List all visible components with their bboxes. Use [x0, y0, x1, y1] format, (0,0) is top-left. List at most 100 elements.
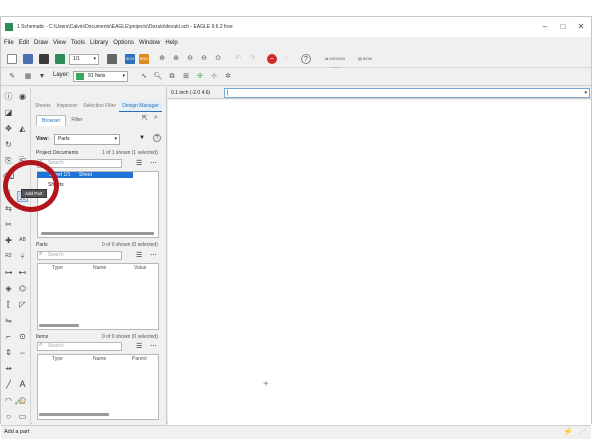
zoom-redraw-icon[interactable]: ⊙ — [213, 54, 223, 64]
mirror-icon[interactable]: ◭ — [17, 123, 28, 134]
menu-tools[interactable]: Tools — [71, 40, 85, 46]
horizontal-scrollbar[interactable] — [39, 413, 109, 416]
tab-sheets[interactable]: Sheets — [32, 101, 54, 112]
subtab-browser[interactable]: Browser — [36, 115, 67, 126]
print-icon[interactable] — [107, 54, 117, 64]
open-icon[interactable] — [23, 54, 33, 64]
sheet-icon[interactable] — [55, 54, 65, 64]
layer-select[interactable]: 91 Nets ▾ — [73, 71, 128, 82]
zoom-fit-icon[interactable]: ⊕ — [157, 54, 167, 64]
subtab-filter[interactable]: Filter — [66, 115, 87, 126]
more-icon[interactable]: ⋯ — [150, 342, 157, 350]
copy-icon[interactable]: ⎘ — [3, 155, 14, 166]
parts-list[interactable]: Type Name Value — [37, 263, 159, 330]
move-icon[interactable]: ✥ — [3, 123, 14, 134]
bom-icon[interactable]: ▤ BOM — [355, 54, 375, 64]
arc-icon[interactable]: ◠ — [3, 395, 14, 406]
zoom-in-icon[interactable]: ⊕ — [171, 54, 181, 64]
save-icon[interactable] — [39, 54, 49, 64]
resize-grip-icon[interactable]: ⋰ — [579, 428, 586, 436]
smash-icon[interactable]: ✂ — [3, 219, 14, 230]
horizontal-scrollbar[interactable] — [41, 232, 154, 235]
menu-file[interactable]: File — [4, 40, 14, 46]
chevron-down-icon[interactable]: ▾ — [584, 89, 587, 97]
stop-icon[interactable]: – — [267, 54, 277, 64]
filter-icon[interactable]: ▼ — [37, 72, 47, 82]
wire-style-icon[interactable]: ✎ — [7, 72, 17, 82]
optimize-icon[interactable]: ⇔ — [17, 347, 28, 358]
pin-swap-icon[interactable]: ✚ — [3, 235, 14, 246]
grid-icon[interactable]: ▦ — [23, 72, 33, 82]
label-tool-icon[interactable]: ◈ — [3, 283, 14, 294]
sheet-select[interactable]: 1/1 ▾ — [69, 54, 99, 65]
text-icon[interactable]: A — [17, 379, 28, 390]
sch-brd-switch-icon[interactable]: SCH — [125, 54, 135, 64]
split-icon[interactable]: ⑂ — [17, 251, 28, 262]
gate-swap-icon[interactable]: ◸ — [17, 299, 28, 310]
menu-window[interactable]: Window — [139, 40, 160, 46]
arc-tool-icon[interactable]: ⊙ — [17, 331, 28, 342]
more-icon[interactable]: ⋯ — [150, 251, 157, 259]
gear-icon[interactable]: ✲ — [223, 72, 233, 82]
maximize-button[interactable]: □ — [557, 22, 569, 31]
label-icon[interactable]: ⊹ — [209, 72, 219, 82]
tab-inspector[interactable]: Inspector — [54, 101, 81, 112]
list-view-icon[interactable]: ☰ — [136, 251, 142, 259]
menu-edit[interactable]: Edit — [19, 40, 29, 46]
board-icon[interactable]: BRD — [139, 54, 149, 64]
show-icon[interactable]: ◉ — [17, 91, 28, 102]
search-icon[interactable]: ⌕ — [154, 114, 158, 122]
menu-view[interactable]: View — [53, 40, 66, 46]
redo-icon[interactable]: ↷ — [247, 54, 257, 64]
items-list[interactable]: Type Name Parent — [37, 354, 159, 420]
measure-icon[interactable]: ⇸ — [3, 363, 14, 374]
miter-icon[interactable]: ⌐ — [3, 331, 14, 342]
line-icon[interactable]: ╱ — [3, 379, 14, 390]
filter-icon[interactable]: ▼ — [139, 135, 145, 141]
items-search-input[interactable]: Search — [37, 342, 122, 351]
close-button[interactable]: ✕ — [575, 22, 587, 31]
schematic-canvas[interactable]: + — [168, 100, 591, 424]
minimize-button[interactable]: – — [539, 22, 551, 31]
rectangle-icon[interactable]: ▭ — [17, 411, 28, 422]
warning-icon[interactable]: ⚠ — [18, 397, 25, 406]
help-icon[interactable]: ? — [301, 54, 311, 64]
rotate-icon[interactable]: ↻ — [3, 139, 14, 150]
wire-bend-icon[interactable]: ∿ — [139, 72, 149, 82]
tag-icon[interactable]: ⌬ — [17, 283, 28, 294]
command-input[interactable]: | ▾ — [224, 88, 590, 98]
net-icon[interactable]: ✣ — [195, 72, 205, 82]
search-icon[interactable]: 🔍︎ — [153, 72, 163, 82]
net-tool-icon[interactable]: ⊶ — [3, 267, 14, 278]
attribute-icon[interactable]: ⇋ — [3, 315, 14, 326]
net-class-icon[interactable]: ⊞ — [181, 72, 191, 82]
list-view-icon[interactable]: ☰ — [136, 159, 142, 167]
menu-options[interactable]: Options — [113, 40, 134, 46]
go-icon[interactable]: ○ — [281, 54, 291, 64]
split-net-icon[interactable]: ⇕ — [3, 347, 14, 358]
list-view-icon[interactable]: ☰ — [136, 342, 142, 350]
menu-help[interactable]: Help — [165, 40, 177, 46]
junction-icon[interactable]: ⟦ — [3, 299, 14, 310]
zoom-select-icon[interactable]: ⊖ — [199, 54, 209, 64]
name-icon[interactable]: R2 — [3, 251, 14, 262]
view-select[interactable]: Parts ▾ — [54, 134, 120, 145]
bus-icon[interactable]: ⊷ — [17, 267, 28, 278]
horizontal-scrollbar[interactable] — [39, 324, 79, 327]
menu-library[interactable]: Library — [90, 40, 108, 46]
copy-tool-icon[interactable]: ⧉ — [167, 72, 177, 82]
info-icon[interactable]: ⓘ — [3, 91, 14, 102]
undo-icon[interactable]: ↶ — [233, 54, 243, 64]
pin-icon[interactable]: ⇱ — [142, 114, 148, 122]
menu-draw[interactable]: Draw — [34, 40, 48, 46]
tab-selection-filter[interactable]: Selection Filter — [80, 101, 119, 112]
display-icon[interactable]: ◪ — [3, 107, 14, 118]
value-icon[interactable]: AB — [17, 235, 28, 246]
circle-icon[interactable]: ○ — [3, 411, 14, 422]
parts-search-input[interactable]: Search — [37, 251, 122, 260]
help-icon[interactable]: ? — [153, 134, 161, 142]
design-link-icon[interactable]: ⇄ DESIGN LINK — [323, 54, 347, 71]
new-file-icon[interactable] — [7, 54, 17, 64]
zoom-out-icon[interactable]: ⊖ — [185, 54, 195, 64]
more-icon[interactable]: ⋯ — [150, 159, 157, 167]
